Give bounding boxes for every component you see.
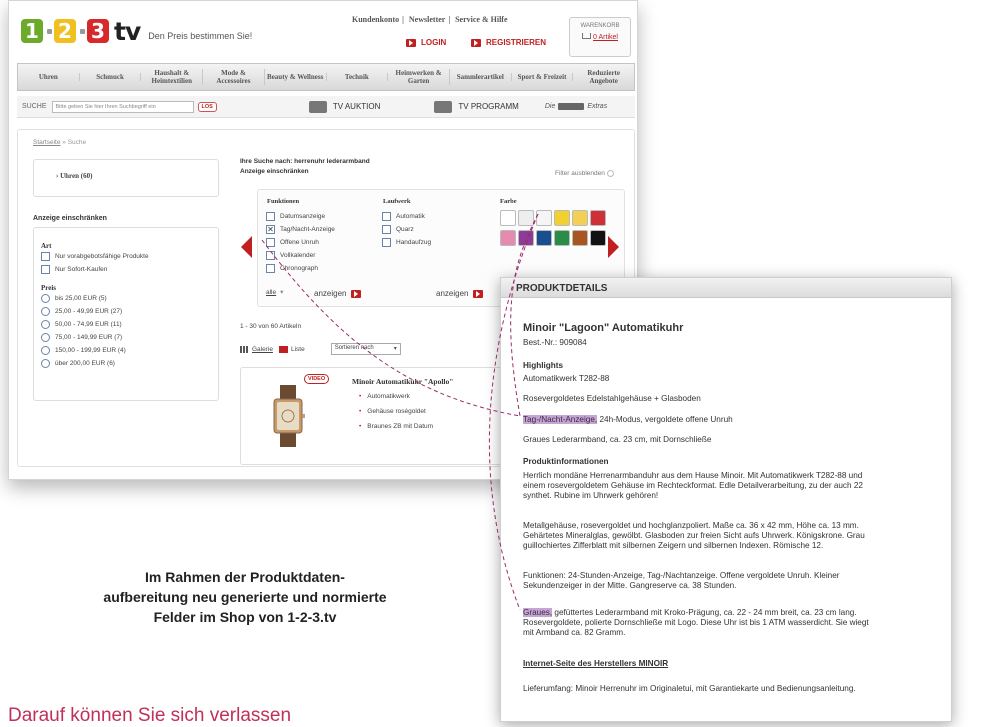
connector-line [261, 239, 521, 417]
connector-line [488, 213, 539, 611]
caption: Im Rahmen der Produktdaten- aufbereitung… [103, 569, 387, 625]
connector-line [510, 213, 539, 417]
bottom-tagline: Darauf können Sie sich verlassen [8, 705, 292, 726]
